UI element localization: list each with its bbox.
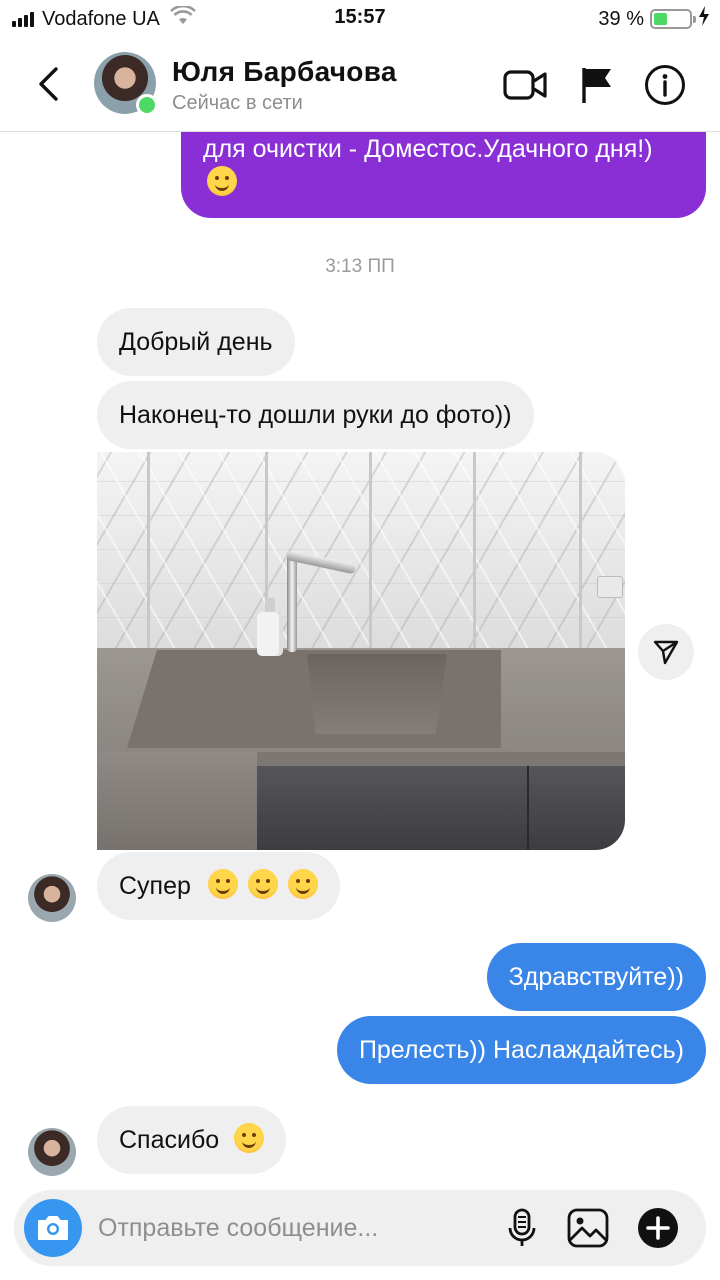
photo-soap-dispenser bbox=[257, 612, 283, 656]
message-bubble-outgoing[interactable]: для очистки - Доместос.Удачного дня!) bbox=[181, 132, 706, 218]
message-input[interactable] bbox=[98, 1210, 478, 1246]
message-thread[interactable]: для очистки - Доместос.Удачного дня!) 3:… bbox=[0, 132, 720, 1180]
message-text: для очистки - Доместос.Удачного дня!) bbox=[203, 135, 653, 163]
info-icon bbox=[645, 65, 685, 105]
message-text: Наконец-то дошли руки до фото)) bbox=[119, 401, 512, 429]
online-indicator bbox=[136, 94, 158, 116]
battery-percent: 39 % bbox=[598, 7, 644, 30]
photo-wall-tiles bbox=[97, 452, 625, 652]
info-button[interactable] bbox=[642, 62, 688, 108]
image-icon bbox=[567, 1208, 609, 1248]
message-bubble-incoming[interactable]: Супер bbox=[97, 852, 340, 920]
microphone-icon bbox=[508, 1208, 536, 1246]
send-arrow-icon bbox=[653, 640, 679, 665]
message-text: Прелесть)) Наслаждайтесь) bbox=[358, 1036, 684, 1064]
photo-faucet bbox=[287, 552, 297, 652]
voice-message-button[interactable] bbox=[498, 1204, 546, 1252]
plus-circle-icon bbox=[638, 1208, 678, 1248]
smiling-face-icon bbox=[234, 1123, 265, 1153]
chat-header: Юля Барбачова Сейчас в сети bbox=[0, 36, 720, 132]
more-options-button[interactable] bbox=[634, 1204, 682, 1252]
message-text: Здравствуйте)) bbox=[508, 963, 684, 991]
battery-fill bbox=[654, 13, 668, 25]
charging-icon bbox=[698, 6, 710, 32]
camera-button[interactable] bbox=[24, 1199, 82, 1257]
flag-icon bbox=[582, 68, 611, 103]
sender-avatar[interactable] bbox=[28, 1128, 76, 1176]
message-text: Супер bbox=[119, 872, 191, 900]
smiling-face-icon bbox=[247, 869, 278, 899]
photo-message[interactable] bbox=[97, 452, 625, 850]
gallery-button[interactable] bbox=[564, 1204, 612, 1252]
photo-sink-basin bbox=[307, 654, 447, 734]
winking-face-icon bbox=[207, 166, 237, 196]
smiling-face-icon bbox=[207, 869, 238, 899]
status-right: 39 % bbox=[598, 6, 710, 32]
video-call-button[interactable] bbox=[502, 62, 548, 108]
message-bubble-incoming[interactable]: Спасибо bbox=[97, 1106, 287, 1174]
sender-avatar[interactable] bbox=[28, 874, 76, 922]
share-photo-button[interactable] bbox=[638, 624, 694, 680]
message-composer bbox=[14, 1190, 706, 1266]
video-call-icon bbox=[503, 70, 547, 100]
contact-name[interactable]: Юля Барбачова bbox=[172, 56, 397, 88]
message-timestamp: 3:13 ПП bbox=[325, 256, 395, 277]
message-text: Добрый день bbox=[119, 328, 273, 356]
report-button[interactable] bbox=[574, 62, 620, 108]
camera-icon bbox=[38, 1216, 68, 1240]
contact-status: Сейчас в сети bbox=[172, 92, 303, 114]
back-arrow-icon bbox=[39, 67, 58, 101]
message-bubble-outgoing[interactable]: Здравствуйте)) bbox=[486, 943, 706, 1011]
status-bar: Vodafone UA 15:57 39 % bbox=[0, 0, 720, 36]
battery-icon bbox=[650, 9, 696, 29]
message-bubble-outgoing[interactable]: Прелесть)) Наслаждайтесь) bbox=[336, 1016, 706, 1084]
message-text: Спасибо bbox=[119, 1126, 220, 1154]
photo-outlet bbox=[597, 576, 623, 598]
message-bubble-incoming[interactable]: Добрый день bbox=[97, 308, 295, 376]
smiling-face-icon bbox=[287, 869, 318, 899]
back-button[interactable] bbox=[30, 64, 66, 104]
message-bubble-incoming[interactable]: Наконец-то дошли руки до фото)) bbox=[97, 381, 534, 449]
